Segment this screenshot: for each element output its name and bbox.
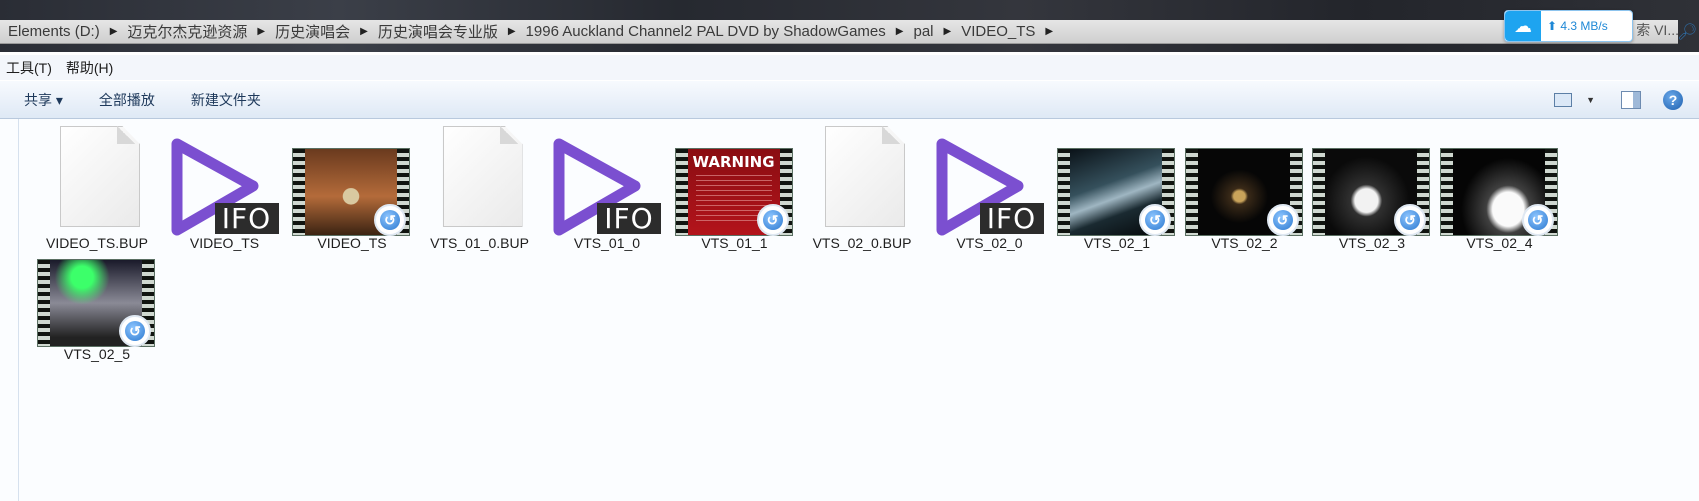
- breadcrumb-item[interactable]: 历史演唱会: [267, 21, 358, 42]
- help-icon[interactable]: ?: [1663, 89, 1683, 110]
- menu-help[interactable]: 帮助(H): [60, 58, 121, 78]
- view-options-chevron-icon[interactable]: ▼: [1586, 95, 1595, 105]
- navigation-pane-edge: [18, 119, 19, 501]
- change-view-icon[interactable]: [1554, 92, 1573, 107]
- breadcrumb-item[interactable]: 历史演唱会专业版: [370, 21, 506, 42]
- player-badge-icon: ↺: [756, 204, 789, 236]
- player-badge-icon: ↺: [1521, 204, 1554, 236]
- file-item[interactable]: VTS_02_0.BUP: [798, 124, 926, 251]
- file-item[interactable]: ↺ VTS_02_2: [1181, 124, 1309, 251]
- player-arrow-icon: ↺: [1145, 210, 1165, 230]
- player-badge-icon: ↺: [374, 204, 406, 236]
- document-fold-icon: [117, 126, 135, 144]
- breadcrumb-chevron-icon[interactable]: ▶: [1043, 26, 1055, 37]
- share-button[interactable]: 共享 ▾: [12, 90, 75, 110]
- player-arrow-icon: ↺: [1400, 210, 1420, 230]
- breadcrumb-item[interactable]: 迈克尔杰克逊资源: [119, 21, 255, 42]
- file-name-label: VTS_01_1: [701, 235, 768, 251]
- file-item[interactable]: ↺ VTS_02_3: [1308, 124, 1436, 251]
- search-box-text[interactable]: 索 VI...: [1636, 20, 1679, 40]
- file-name-label: VTS_01_0: [573, 235, 641, 251]
- preview-pane-icon[interactable]: [1621, 90, 1641, 109]
- breadcrumb-item[interactable]: VIDEO_TS: [953, 23, 1043, 40]
- player-arrow-icon: ↺: [125, 321, 145, 341]
- menu-bar: 工具(T) 帮助(H): [0, 55, 1699, 80]
- player-arrow-icon: ↺: [762, 210, 783, 230]
- ifo-badge: IFO: [214, 203, 279, 234]
- breadcrumb-item[interactable]: 1996 Auckland Channel2 PAL DVD by Shadow…: [518, 23, 894, 40]
- file-name-label: VTS_02_1: [1083, 235, 1151, 251]
- breadcrumb-item[interactable]: Elements (D:): [0, 23, 108, 40]
- breadcrumb-chevron-icon[interactable]: ▶: [894, 26, 906, 37]
- player-badge-icon: ↺: [1266, 204, 1299, 236]
- file-item[interactable]: VIDEO_TS.BUP: [33, 124, 161, 251]
- ifo-badge: IFO: [979, 203, 1044, 234]
- command-bar: 共享 ▾ 全部播放 新建文件夹 ▼ ?: [0, 81, 1699, 119]
- file-name-label: VTS_01_0.BUP: [430, 235, 529, 251]
- file-item[interactable]: IFO VTS_01_0: [543, 124, 671, 251]
- file-item[interactable]: ↺ VIDEO_TS: [288, 124, 416, 251]
- file-item[interactable]: VTS_01_0.BUP: [416, 124, 544, 251]
- warning-title: WARNING: [692, 153, 775, 171]
- ifo-badge: IFO: [597, 203, 661, 234]
- breadcrumb-chevron-icon[interactable]: ▶: [506, 26, 518, 37]
- player-arrow-icon: ↺: [1527, 210, 1548, 230]
- new-folder-button[interactable]: 新建文件夹: [179, 90, 273, 110]
- play-all-button[interactable]: 全部播放: [87, 90, 167, 110]
- player-badge-icon: ↺: [119, 315, 151, 347]
- file-item[interactable]: IFO VTS_02_0: [926, 124, 1054, 251]
- player-arrow-icon: ↺: [380, 210, 400, 230]
- help-icon-glyph: ?: [1668, 91, 1678, 108]
- upload-speed-widget[interactable]: ☁ ⬆ 4.3 MB/s: [1504, 10, 1633, 42]
- file-name-label: VTS_02_0: [956, 235, 1023, 251]
- player-badge-icon: ↺: [1139, 204, 1171, 236]
- file-name-label: VTS_02_5: [63, 346, 131, 362]
- address-bar[interactable]: Elements (D:) ▶ 迈克尔杰克逊资源 ▶ 历史演唱会 ▶ 历史演唱会专业版 ▶ 19…: [0, 20, 1678, 44]
- file-item[interactable]: IFO VIDEO_TS: [161, 124, 289, 251]
- upload-speed-text: ⬆ 4.3 MB/s: [1547, 19, 1608, 33]
- file-list-area[interactable]: VIDEO_TS.BUP IFO VIDEO_TS ↺ VIDEO_TS VTS_01_0…: [0, 119, 1699, 501]
- player-badge-icon: ↺: [1394, 204, 1426, 236]
- file-name-label: VTS_02_3: [1338, 235, 1406, 251]
- document-fold-icon: [882, 126, 900, 144]
- breadcrumb-item[interactable]: pal: [905, 23, 941, 40]
- file-name-label: VTS_02_0.BUP: [812, 235, 912, 251]
- file-item[interactable]: ↺ VTS_02_5: [33, 235, 161, 362]
- document-fold-icon: [499, 126, 518, 144]
- file-item[interactable]: ↺ VTS_02_1: [1053, 124, 1181, 251]
- cloud-icon: ☁: [1505, 11, 1541, 41]
- file-name-label: VIDEO_TS: [189, 235, 260, 251]
- player-arrow-icon: ↺: [1272, 210, 1293, 230]
- file-name-label: VTS_02_2: [1211, 235, 1278, 251]
- file-name-label: VTS_02_4: [1466, 235, 1533, 251]
- breadcrumb-chevron-icon[interactable]: ▶: [358, 26, 370, 37]
- file-name-label: VIDEO_TS: [317, 235, 387, 251]
- breadcrumb-chevron-icon[interactable]: ▶: [108, 26, 120, 37]
- search-icon[interactable]: 🔎︎: [1677, 22, 1697, 41]
- breadcrumb-chevron-icon[interactable]: ▶: [942, 26, 954, 37]
- menu-tools[interactable]: 工具(T): [0, 58, 60, 78]
- file-item[interactable]: WARNING ↺ VTS_01_1: [671, 124, 799, 251]
- file-item[interactable]: ↺ VTS_02_4: [1436, 124, 1564, 251]
- breadcrumb-chevron-icon[interactable]: ▶: [255, 26, 267, 37]
